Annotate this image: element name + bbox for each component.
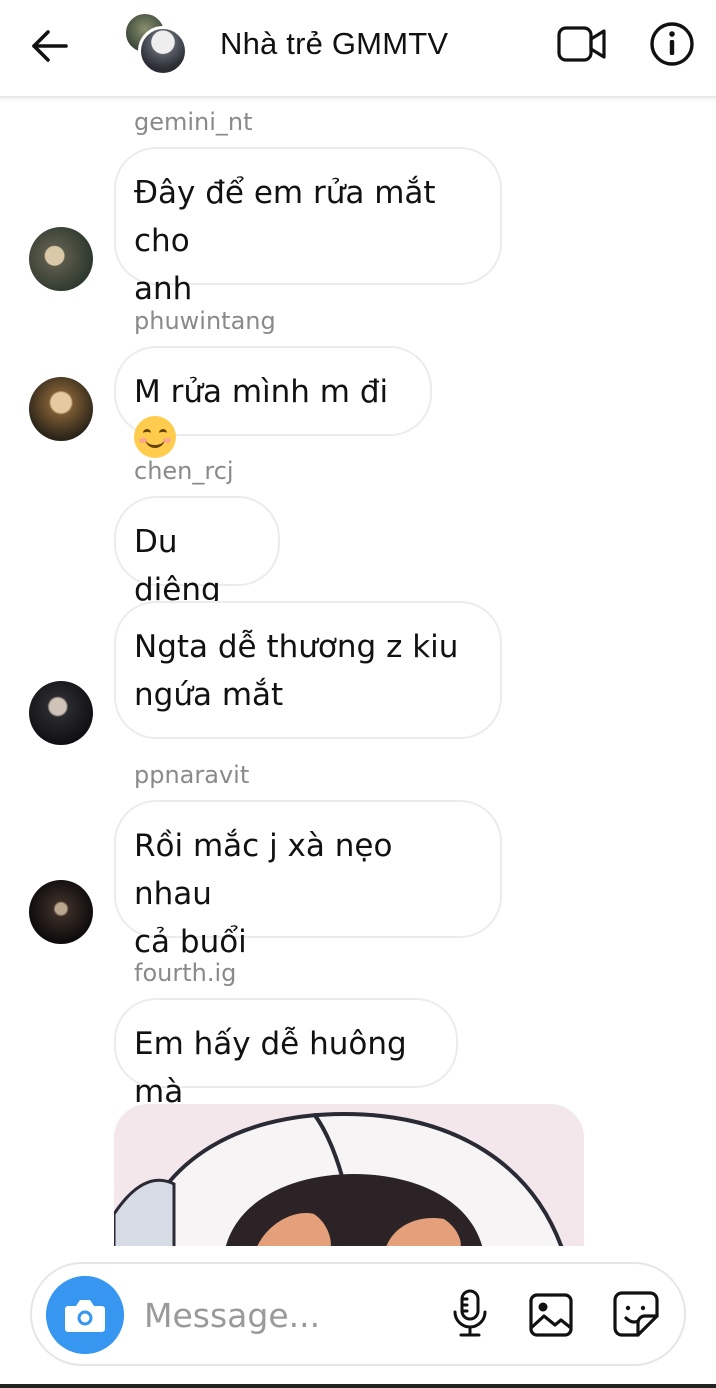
sender-name: ppnaravit	[134, 761, 250, 789]
voice-message-button[interactable]	[450, 1288, 490, 1340]
message-composer	[30, 1262, 686, 1366]
message-bubble[interactable]: Đây để em rửa mắt cho anh	[114, 147, 502, 307]
message-bubble[interactable]: M rửa mình m đi	[114, 346, 432, 458]
video-camera-icon	[557, 26, 606, 62]
message-bubble[interactable]: Du diêng	[114, 496, 280, 608]
message-bubble[interactable]: Rồi mắc j xà nẹo nhau cả buổi	[114, 800, 502, 960]
sender-name: fourth.ig	[134, 959, 237, 987]
sticker-icon	[613, 1291, 659, 1337]
message-line: Rồi mắc j xà nẹo nhau	[134, 828, 393, 912]
smiling-face-icon	[134, 416, 176, 458]
gallery-button[interactable]	[528, 1292, 574, 1338]
info-button[interactable]	[648, 20, 696, 68]
message-line: Ngta dễ thương z kiu	[134, 629, 459, 665]
video-call-button[interactable]	[556, 22, 608, 66]
message-bubble[interactable]: Em hấy dễ huông mà	[114, 998, 458, 1110]
message-line: ngứa mắt	[134, 677, 284, 713]
arrow-left-icon	[32, 30, 68, 62]
sender-avatar[interactable]	[29, 880, 93, 944]
camera-button[interactable]	[46, 1276, 124, 1354]
message-text: M rửa mình m đi	[134, 374, 389, 410]
nav-bar-edge	[0, 1384, 716, 1388]
chat-header: Nhà trẻ GMMTV	[0, 0, 716, 98]
message-bubble[interactable]: Ngta dễ thương z kiu ngứa mắt	[114, 601, 502, 739]
message-line: Đây để em rửa mắt cho	[134, 175, 436, 259]
message-line: Du diêng	[134, 524, 221, 608]
sender-name: chen_rcj	[134, 457, 234, 485]
sticker-button[interactable]	[612, 1290, 660, 1338]
message-line: anh	[134, 271, 193, 307]
sender-avatar[interactable]	[29, 681, 93, 745]
composer-bar	[0, 1248, 716, 1388]
image-message[interactable]	[114, 1104, 584, 1246]
message-thread[interactable]: gemini_nt Đây để em rửa mắt cho anh phuw…	[0, 100, 716, 1246]
sender-avatar[interactable]	[29, 227, 93, 291]
group-avatar[interactable]	[124, 12, 188, 76]
sender-avatar[interactable]	[29, 377, 93, 441]
sender-name: phuwintang	[134, 307, 276, 335]
message-input[interactable]	[144, 1290, 434, 1340]
member-avatar	[138, 26, 188, 76]
microphone-icon	[453, 1289, 487, 1337]
message-line: Em hấy dễ huông mà	[134, 1026, 407, 1110]
chat-title[interactable]: Nhà trẻ GMMTV	[220, 26, 448, 62]
info-icon	[650, 22, 694, 66]
back-button[interactable]	[28, 22, 72, 70]
cartoon-image	[114, 1104, 584, 1246]
sender-name: gemini_nt	[134, 108, 253, 136]
gallery-icon	[529, 1293, 573, 1337]
